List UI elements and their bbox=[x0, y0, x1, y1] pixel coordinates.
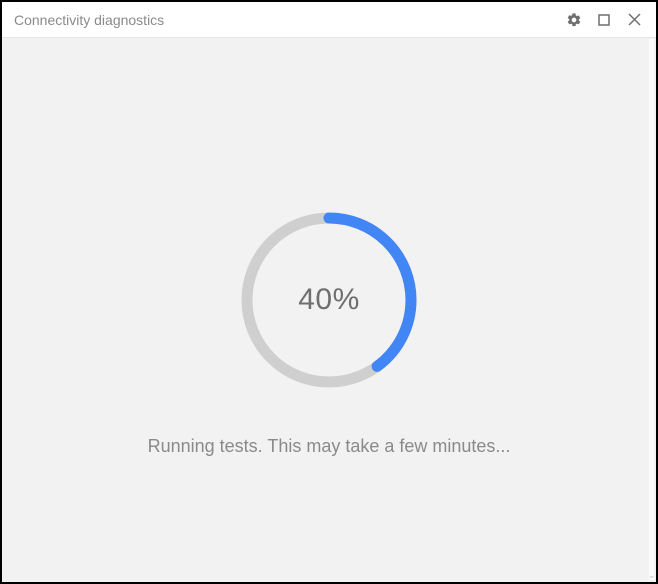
progress-percent-label: 40% bbox=[234, 205, 424, 395]
content-area: 40% Running tests. This may take a few m… bbox=[2, 38, 656, 582]
chevron-down-icon: ⌄ bbox=[648, 571, 656, 580]
settings-button[interactable] bbox=[566, 12, 582, 28]
close-button[interactable] bbox=[626, 12, 642, 28]
close-icon bbox=[628, 13, 641, 26]
progress-ring: 40% bbox=[234, 205, 424, 395]
maximize-icon bbox=[598, 14, 610, 26]
titlebar: Connectivity diagnostics bbox=[2, 2, 656, 38]
window-controls bbox=[566, 12, 646, 28]
maximize-button[interactable] bbox=[596, 12, 612, 28]
window-title: Connectivity diagnostics bbox=[14, 12, 566, 28]
gear-icon bbox=[566, 12, 582, 28]
scrollbar[interactable]: ⌄ bbox=[649, 39, 654, 580]
status-message: Running tests. This may take a few minut… bbox=[2, 436, 656, 457]
app-window: Connectivity diagnostics bbox=[0, 0, 658, 584]
